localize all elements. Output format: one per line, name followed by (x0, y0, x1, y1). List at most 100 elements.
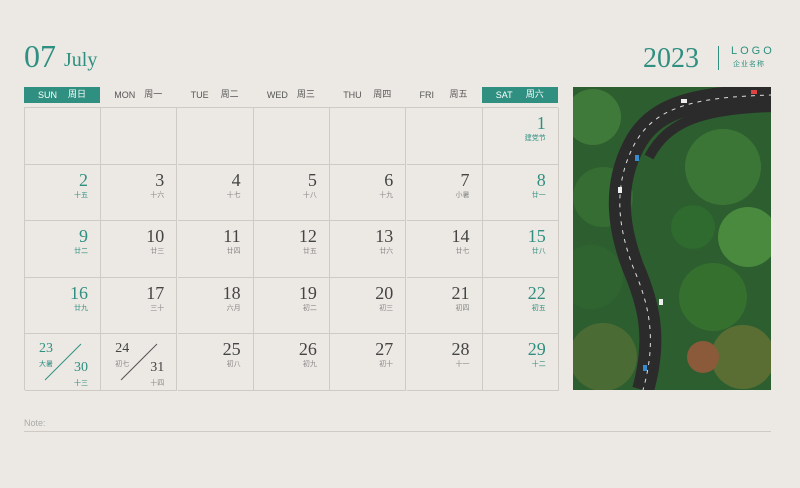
day-number: 1 (536, 113, 546, 133)
day-cell[interactable]: 28 十一 (406, 334, 483, 391)
day-number: 18 (222, 282, 241, 303)
day-cell[interactable]: 19 初二 (253, 277, 330, 335)
weekday-en: WED (266, 90, 288, 100)
day-cell[interactable] (25, 108, 101, 165)
lunar-date: 十八 (302, 190, 317, 199)
lunar-date: 小暑 (455, 190, 470, 199)
year: 2023 (643, 43, 699, 74)
day-cell[interactable]: 9 廿二 (25, 221, 101, 278)
day-cell[interactable]: 27 初十 (330, 334, 407, 391)
day-number: 12 (298, 226, 317, 247)
lunar-date: 十三 (74, 379, 88, 388)
day-number: 17 (146, 282, 165, 303)
weekday-en: TUE (190, 90, 209, 100)
day-cell[interactable]: 17 三十 (101, 277, 178, 335)
lunar-date: 初四 (455, 303, 470, 312)
lunar-date: 十七 (226, 190, 241, 199)
lunar-date: 廿九 (74, 303, 88, 312)
day-cell[interactable]: 23 大暑 30 十三 (25, 334, 101, 391)
day-cell[interactable]: 1 建党节 (482, 108, 559, 165)
lunar-date: 十五 (74, 190, 88, 199)
weekday-cn: 周四 (373, 90, 392, 100)
day-cell[interactable]: 15 廿八 (482, 221, 559, 278)
lunar-date: 廿五 (302, 247, 317, 256)
day-cell[interactable]: 29 十二 (482, 334, 559, 391)
day-cell[interactable]: 7 小暑 (406, 164, 483, 222)
lunar-date: 三十 (150, 303, 165, 312)
day-cell[interactable] (406, 108, 483, 165)
note-label: Note: (24, 418, 46, 428)
day-number: 9 (79, 226, 88, 247)
day-cell[interactable]: 18 六月 (177, 277, 254, 335)
lunar-date: 初五 (531, 303, 546, 312)
weekday-header: SUN 周日 MON 周一 TUE 周二 WED 周三 THU 周四 FRI 周五 SAT 周六 (24, 87, 558, 103)
weekday-cn: 周五 (449, 90, 468, 100)
weekday-mon: MON 周一 (100, 87, 176, 103)
day-number: 31 (150, 360, 165, 376)
weekday-tue: TUE 周二 (177, 87, 253, 103)
weekday-en: SAT (495, 90, 513, 100)
day-cell[interactable]: 11 廿四 (177, 221, 254, 278)
logo-divider (718, 46, 719, 70)
weekday-wed: WED 周三 (253, 87, 329, 103)
note-line (24, 431, 771, 432)
logo-subtitle: 企业名称 (733, 60, 765, 68)
day-cell[interactable]: 21 初四 (406, 277, 483, 335)
day-number: 20 (375, 282, 394, 303)
lunar-date: 初九 (302, 360, 317, 369)
day-number: 10 (146, 226, 165, 247)
weekday-cn: 周一 (144, 90, 163, 100)
weekday-en: MON (114, 90, 136, 100)
weekday-sun: SUN 周日 (24, 87, 100, 103)
day-number: 15 (527, 226, 546, 247)
lunar-date: 廿七 (455, 247, 470, 256)
weekday-cn: 周日 (68, 90, 87, 100)
day-cell[interactable]: 16 廿九 (25, 277, 101, 335)
weekday-en: FRI (419, 90, 435, 100)
lunar-date: 初十 (379, 360, 394, 369)
day-number: 4 (231, 169, 241, 190)
day-number: 30 (74, 360, 88, 376)
month-number: 07 (24, 38, 56, 74)
day-cell[interactable] (253, 108, 330, 165)
weekday-thu: THU 周四 (329, 87, 405, 103)
day-cell[interactable]: 25 初八 (177, 334, 254, 391)
day-cell[interactable]: 26 初九 (253, 334, 330, 391)
day-cell[interactable]: 24 初七 31 十四 (101, 334, 178, 391)
lunar-date: 初三 (379, 303, 394, 312)
day-number: 7 (460, 169, 470, 190)
day-number: 29 (527, 339, 546, 360)
lunar-date: 初二 (302, 303, 317, 312)
lunar-date: 初八 (226, 360, 241, 369)
day-cell[interactable]: 13 廿六 (330, 221, 407, 278)
day-cell[interactable]: 12 廿五 (253, 221, 330, 278)
day-number: 21 (451, 282, 470, 303)
day-cell[interactable]: 5 十八 (253, 164, 330, 222)
day-cell[interactable]: 22 初五 (482, 277, 559, 335)
day-number: 2 (79, 169, 88, 190)
day-cell[interactable] (330, 108, 407, 165)
lunar-date: 廿八 (531, 247, 546, 256)
road-photo (573, 87, 771, 390)
day-number: 8 (536, 169, 546, 190)
weekday-sat: SAT 周六 (481, 87, 558, 103)
day-cell[interactable]: 8 廿一 (482, 164, 559, 222)
day-cell[interactable]: 4 十七 (177, 164, 254, 222)
day-cell[interactable]: 2 十五 (25, 164, 101, 222)
day-number: 3 (155, 169, 165, 190)
day-cell[interactable]: 3 十六 (101, 164, 178, 222)
weekday-en: THU (343, 90, 362, 100)
lunar-date: 建党节 (524, 134, 546, 142)
lunar-date: 廿二 (74, 247, 88, 256)
day-number: 27 (375, 339, 394, 360)
logo: LOGO (731, 45, 775, 57)
day-cell[interactable]: 14 廿七 (406, 221, 483, 278)
day-cell[interactable]: 10 廿三 (101, 221, 178, 278)
day-cell[interactable]: 6 十九 (330, 164, 407, 222)
day-cell[interactable] (177, 108, 254, 165)
day-cell[interactable] (101, 108, 178, 165)
lunar-date: 十九 (379, 190, 394, 199)
day-cell[interactable]: 20 初三 (330, 277, 407, 335)
day-number: 5 (307, 169, 317, 190)
day-number: 13 (375, 226, 394, 247)
